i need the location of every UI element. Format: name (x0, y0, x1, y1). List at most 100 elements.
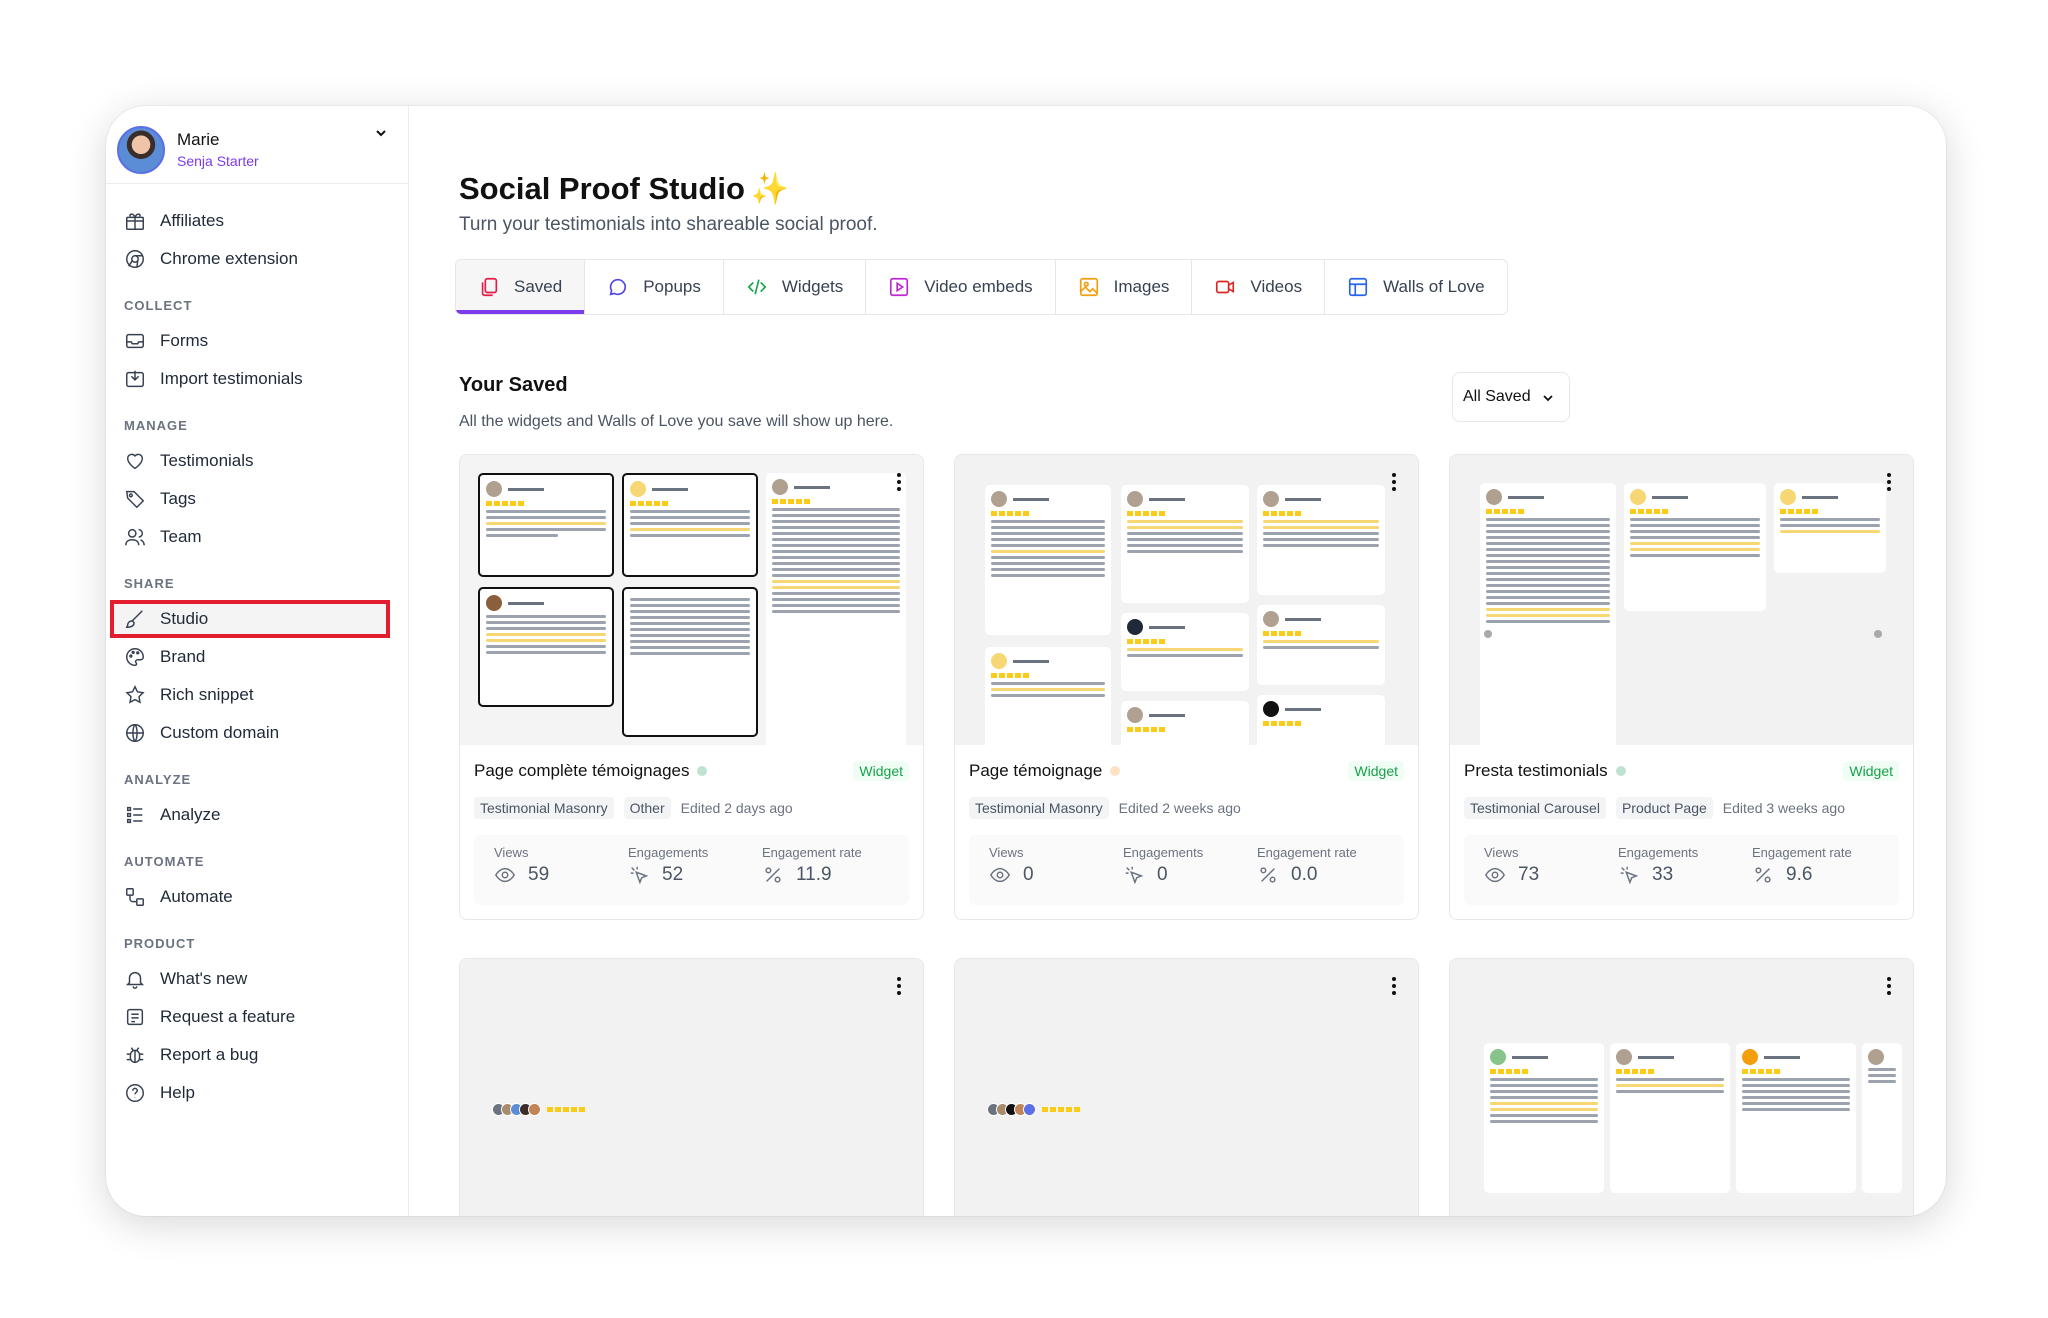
more-options-button[interactable] (889, 973, 909, 999)
rate-value: 0.0 (1291, 864, 1318, 885)
sidebar-item-label: Studio (160, 609, 209, 628)
section-label-product: PRODUCT (124, 936, 196, 951)
tab-walls-of-love[interactable]: Walls of Love (1325, 260, 1506, 314)
more-options-button[interactable] (1384, 469, 1404, 495)
card-stats: Views 0 Engagements 0 Engagement rate 0.… (969, 835, 1404, 905)
page-title-text: Social Proof Studio (459, 171, 745, 206)
sidebar-item-testimonials[interactable]: Testimonials (124, 442, 408, 480)
select-value: All Saved (1463, 388, 1531, 405)
sidebar-item-tags[interactable]: Tags (124, 480, 408, 518)
rate-value: 9.6 (1786, 864, 1813, 885)
stat-label: Engagement rate (762, 845, 862, 860)
more-options-button[interactable] (1384, 973, 1404, 999)
tab-label: Videos (1250, 277, 1303, 296)
testimonial-thumbnail (1257, 695, 1385, 745)
testimonial-thumbnail (1774, 483, 1886, 573)
sidebar-item-brand[interactable]: Brand (124, 638, 408, 676)
chevron-down-icon[interactable] (374, 126, 388, 140)
engagements-value: 33 (1652, 864, 1674, 885)
request-icon (126, 1008, 144, 1026)
tab-videos[interactable]: Videos (1192, 260, 1326, 314)
edited-time: Edited 2 days ago (680, 800, 793, 816)
saved-card[interactable]: Page témoignage Widget Testimonial Mason… (954, 454, 1419, 920)
testimonial-thumbnail (1121, 485, 1249, 603)
engagements-value: 0 (1157, 864, 1168, 885)
views-value: 0 (1023, 864, 1034, 885)
more-options-button[interactable] (1879, 973, 1899, 999)
sidebar-item-automate[interactable]: Automate (124, 878, 408, 916)
section-label-analyze: ANALYZE (124, 772, 192, 787)
carousel-next-dot[interactable] (1874, 630, 1882, 638)
sidebar-item-label: Rich snippet (160, 685, 254, 704)
edited-time: Edited 3 weeks ago (1722, 800, 1845, 816)
sidebar-item-team[interactable]: Team (124, 518, 408, 556)
stat-label: Engagements (628, 845, 709, 860)
sidebar-item-studio[interactable]: Studio (110, 600, 390, 638)
edited-time: Edited 2 weeks ago (1118, 800, 1241, 816)
main-content: Social Proof Studio ✨ Turn your testimoni… (409, 106, 1946, 1216)
sidebar-item-label: What's new (160, 969, 248, 988)
sidebar-item-help[interactable]: Help (124, 1074, 408, 1112)
section-title: Your Saved (459, 374, 568, 396)
saved-card[interactable] (1449, 958, 1914, 1216)
tab-label: Popups (643, 277, 701, 296)
card-preview (955, 455, 1418, 745)
sidebar-item-request-feature[interactable]: Request a feature (124, 998, 408, 1036)
testimonial-thumbnail (622, 473, 758, 577)
sidebar-item-label: Import testimonials (160, 369, 303, 388)
gift-icon (126, 213, 144, 230)
percent-icon (765, 867, 781, 883)
video-icon (1216, 280, 1235, 294)
saved-card[interactable]: Page complète témoignages Widget Testimo… (459, 454, 924, 920)
copy-icon (481, 277, 498, 297)
testimonial-thumbnail (1624, 483, 1766, 611)
tab-video-embeds[interactable]: Video embeds (866, 260, 1056, 314)
star-icon (125, 685, 145, 704)
user-switcher[interactable]: Marie Senja Starter (106, 106, 408, 184)
user-name: Marie (177, 130, 220, 149)
card-stats: Views 59 Engagements 52 Engagement rate … (474, 835, 909, 905)
section-label-share: SHARE (124, 576, 175, 591)
avatar-stack (987, 1103, 1080, 1116)
card-title: Page complète témoignages (474, 761, 690, 780)
saved-card[interactable]: Presta testimonials Widget Testimonial C… (1449, 454, 1914, 920)
sidebar-item-forms[interactable]: Forms (124, 322, 408, 360)
testimonial-thumbnail (1480, 483, 1616, 745)
tab-widgets[interactable]: Widgets (724, 260, 867, 314)
card-stats: Views 73 Engagements 33 Engagement rate … (1464, 835, 1899, 905)
sidebar-item-chrome-extension[interactable]: Chrome extension (124, 240, 408, 278)
saved-card[interactable] (459, 958, 924, 1216)
tab-saved[interactable]: Saved (456, 260, 586, 314)
sidebar-item-import-testimonials[interactable]: Import testimonials (124, 360, 408, 398)
more-options-button[interactable] (889, 469, 909, 495)
studio-tabs: Saved Popups Widgets Video embeds Images… (455, 259, 1508, 315)
sidebar-item-report-bug[interactable]: Report a bug (124, 1036, 408, 1074)
palette-icon (126, 648, 144, 666)
tag-chip: Testimonial Carousel (1464, 797, 1606, 819)
chrome-icon (126, 250, 144, 268)
testimonial-thumbnail (478, 473, 614, 577)
sparkle-icon: ✨ (750, 171, 790, 206)
testimonial-thumbnail (1121, 613, 1249, 691)
carousel-prev-dot[interactable] (1484, 630, 1492, 638)
tab-popups[interactable]: Popups (585, 260, 724, 314)
type-badge: Widget (1348, 761, 1404, 781)
code-icon (747, 279, 767, 295)
import-icon (126, 370, 144, 388)
sidebar-item-whats-new[interactable]: What's new (124, 960, 408, 998)
tab-label: Video embeds (924, 277, 1033, 296)
tab-images[interactable]: Images (1056, 260, 1193, 314)
more-options-button[interactable] (1879, 469, 1899, 495)
stat-label: Engagements (1123, 845, 1204, 860)
sidebar-item-rich-snippet[interactable]: Rich snippet (124, 676, 408, 714)
user-plan: Senja Starter (177, 153, 259, 169)
saved-card[interactable] (954, 958, 1419, 1216)
sidebar-item-analyze[interactable]: Analyze (124, 796, 408, 834)
sidebar-item-custom-domain[interactable]: Custom domain (124, 714, 408, 752)
grid-icon (1349, 277, 1368, 297)
status-dot (1615, 766, 1626, 776)
page-subtitle: Turn your testimonials into shareable so… (459, 214, 878, 235)
saved-filter-select[interactable]: All Saved (1452, 372, 1570, 422)
sidebar-item-affiliates[interactable]: Affiliates (124, 202, 408, 240)
sidebar-item-label: Request a feature (160, 1007, 296, 1026)
